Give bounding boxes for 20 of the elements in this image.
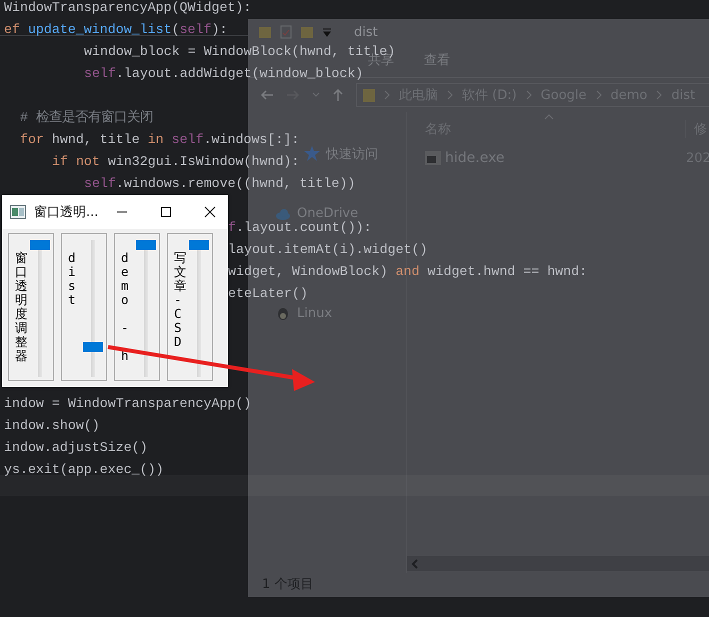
code-line: self.layout.addWidget(window_block) bbox=[84, 66, 364, 81]
code-line: eteLater() bbox=[228, 286, 308, 301]
code-line: indow = WindowTransparencyApp() bbox=[4, 396, 252, 411]
code-line: self.windows.remove((hwnd, title)) bbox=[84, 176, 356, 191]
code-line: indow.show() bbox=[4, 418, 100, 433]
vertical-label: dist bbox=[68, 251, 77, 309]
window-title: dist bbox=[354, 24, 378, 40]
code-line: f.layout.count()): bbox=[228, 220, 372, 235]
code-line: # 检查是否有窗口关闭 bbox=[20, 110, 153, 125]
window-title: 窗口透明... bbox=[34, 204, 98, 221]
code-line: ys.exit(app.exec_()) bbox=[4, 462, 164, 477]
code-line: indow.adjustSize() bbox=[4, 440, 148, 455]
code-line: layout.itemAt(i).widget() bbox=[228, 242, 428, 257]
code-line: WindowTransparencyApp(QWidget): bbox=[4, 0, 252, 15]
code-line: widget, WindowBlock) and widget.hwnd == hwnd: bbox=[228, 264, 588, 279]
code-line: if not win32gui.IsWindow(hwnd): bbox=[52, 154, 300, 169]
code-line: for hwnd, title in self.windows[:]: bbox=[20, 132, 300, 147]
vertical-label: 写文章-CSD bbox=[174, 251, 186, 351]
vertical-label: 窗口透明度调整器 bbox=[15, 251, 28, 365]
code-line: ef update_window_list(self): bbox=[4, 22, 228, 37]
